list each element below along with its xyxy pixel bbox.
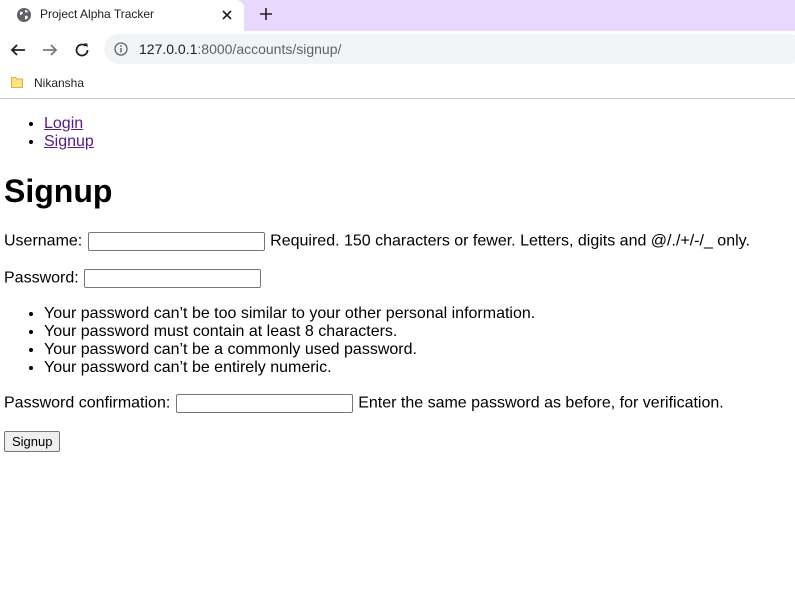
password-input[interactable] [84, 269, 261, 288]
password-rule: Your password can’t be too similar to yo… [44, 305, 535, 323]
password-rule: Your password can’t be a commonly used p… [44, 341, 535, 359]
signup-link[interactable]: Signup [44, 133, 94, 150]
back-arrow-icon[interactable] [9, 41, 27, 59]
password-confirmation-input[interactable] [176, 394, 353, 413]
password-row: Password: [4, 269, 262, 288]
login-link[interactable]: Login [44, 115, 83, 132]
close-icon[interactable] [219, 7, 235, 23]
reload-icon[interactable] [73, 41, 91, 59]
bookmarks-bar: Nikansha [0, 68, 795, 99]
password-confirmation-label: Password confirmation: [4, 395, 170, 412]
url-host: 127.0.0.1 [139, 41, 197, 57]
tab-strip: Project Alpha Tracker [0, 0, 795, 31]
info-icon[interactable] [114, 42, 128, 56]
username-help-text: Required. 150 characters or fewer. Lette… [270, 233, 750, 250]
signup-submit-button[interactable]: Signup [4, 431, 60, 452]
nav-item-signup: Signup [44, 133, 795, 151]
folder-icon [10, 75, 24, 89]
browser-toolbar: 127.0.0.1:8000/accounts/signup/ [0, 31, 795, 68]
bookmark-label: Nikansha [34, 76, 84, 90]
username-row: Username: Required. 150 characters or fe… [4, 232, 750, 251]
nav-item-login: Login [44, 115, 795, 133]
password-rules-list: Your password can’t be too similar to yo… [0, 305, 535, 377]
url-path: :8000/accounts/signup/ [197, 41, 341, 57]
address-bar[interactable]: 127.0.0.1:8000/accounts/signup/ [104, 34, 795, 64]
nav-list: Login Signup [0, 115, 795, 151]
username-input[interactable] [88, 232, 265, 251]
tab-title: Project Alpha Tracker [40, 7, 154, 21]
username-label: Username: [4, 233, 82, 250]
url-text: 127.0.0.1:8000/accounts/signup/ [139, 41, 341, 57]
globe-icon [16, 7, 32, 23]
page-title: Signup [4, 173, 795, 210]
password-confirmation-help-text: Enter the same password as before, for v… [358, 395, 724, 412]
page-content: Login Signup Signup Username: Required. … [0, 99, 795, 210]
confirm-row: Password confirmation: Enter the same pa… [4, 394, 724, 413]
new-tab-icon[interactable] [258, 6, 274, 22]
password-label: Password: [4, 270, 79, 287]
password-rule: Your password must contain at least 8 ch… [44, 323, 535, 341]
browser-tab[interactable]: Project Alpha Tracker [0, 0, 244, 31]
password-rule: Your password can’t be entirely numeric. [44, 359, 535, 377]
forward-arrow-icon[interactable] [41, 41, 59, 59]
